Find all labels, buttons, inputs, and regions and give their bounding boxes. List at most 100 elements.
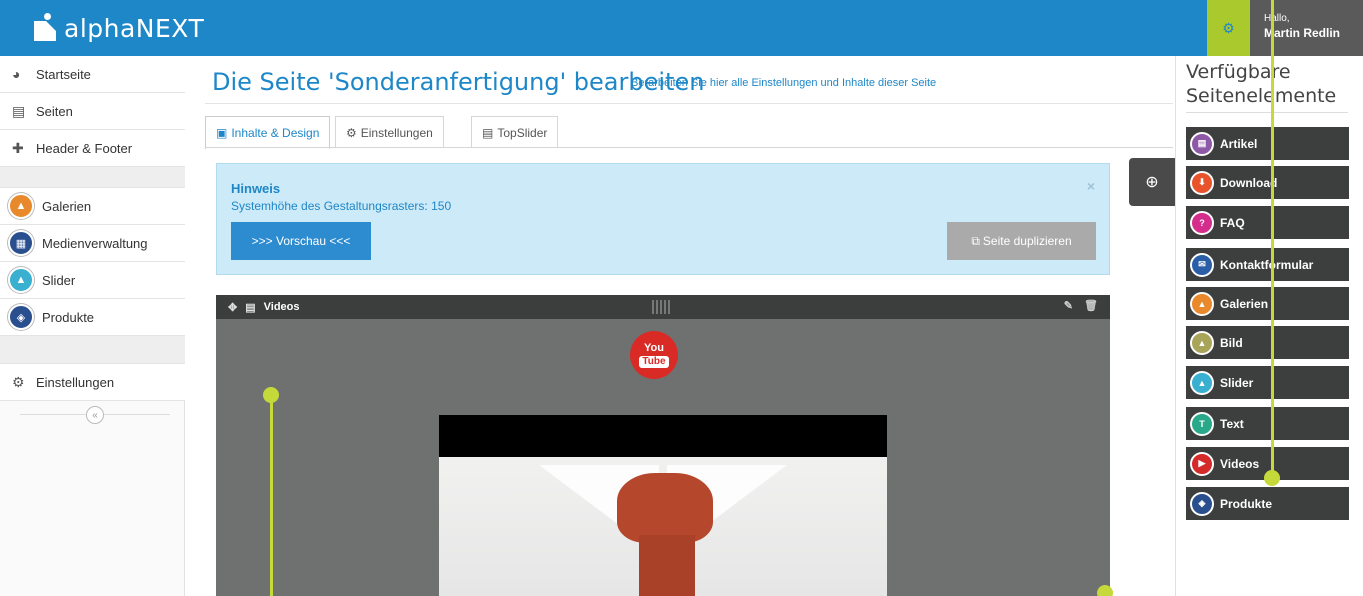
annotation-dot	[1097, 585, 1113, 596]
tab-label: Inhalte & Design	[231, 126, 320, 140]
hint-text: Systemhöhe des Gestaltungsrasters: 150	[231, 199, 452, 213]
app-name: alphaNEXT	[64, 13, 205, 43]
sidebar-item-medienverwaltung[interactable]: ▦ Medienverwaltung	[0, 225, 185, 262]
sidebar-item-label: Einstellungen	[36, 374, 115, 390]
user-menu[interactable]: Hallo, Martin Redlin	[1250, 0, 1363, 56]
element-label: Download	[1220, 175, 1278, 190]
element-bild[interactable]: ▲ Bild	[1186, 326, 1349, 359]
element-faq[interactable]: ? FAQ	[1186, 206, 1349, 239]
tab-label: TopSlider	[497, 125, 548, 140]
hint-title: Hinweis	[231, 181, 281, 196]
close-icon[interactable]: ×	[1087, 178, 1095, 194]
element-label: FAQ	[1220, 215, 1245, 230]
annotation-line	[1271, 0, 1274, 480]
page-icon: ▤	[12, 102, 26, 119]
annotation-dot	[1264, 470, 1280, 486]
sidebar-spacer	[0, 167, 185, 188]
page-subtitle: Berarbeiten Sie hier alle Einstellungen …	[631, 77, 937, 89]
sidebar-item-label: Slider	[42, 272, 76, 288]
gallery-icon: ▲	[1190, 291, 1214, 316]
videos-block[interactable]: ✥ ▤ Videos ✎ 🗑 You Tube	[216, 295, 1110, 596]
preview-button[interactable]: >>> Vorschau <<<	[231, 222, 371, 260]
youtube-logo: You Tube	[630, 331, 678, 379]
video-preview[interactable]	[439, 415, 887, 596]
divider	[205, 147, 1173, 148]
element-download[interactable]: ⬇ Download	[1186, 166, 1349, 199]
sidebar-item-seiten[interactable]: ▤ Seiten	[0, 93, 185, 130]
tab-inhalte-design[interactable]: ▣ Inhalte & Design	[205, 116, 331, 149]
sidebar-item-label: Medienverwaltung	[42, 235, 148, 251]
divider	[1186, 112, 1348, 113]
element-label: Bild	[1220, 335, 1243, 350]
sidebar-item-galerien[interactable]: ▲ Galerien	[0, 188, 185, 225]
element-label: Galerien	[1220, 296, 1269, 311]
available-elements-panel: Verfügbare Seitenelemente ▤ Artikel ⬇ Do…	[1175, 56, 1363, 596]
element-produkte[interactable]: ◈ Produkte	[1186, 487, 1349, 520]
move-icon[interactable]: ✥	[228, 301, 237, 314]
element-label: Artikel	[1220, 136, 1258, 151]
gear-icon: ⚙	[12, 373, 25, 390]
edit-icon[interactable]: ✎	[1064, 300, 1073, 312]
element-slider[interactable]: ▲ Slider	[1186, 366, 1349, 399]
sidebar-item-startseite[interactable]: ◕ Startseite	[0, 56, 185, 93]
box-icon: ◈	[1190, 491, 1214, 516]
sidebar: ◕ Startseite ▤ Seiten ✚ Header & Footer …	[0, 56, 185, 596]
layout-icon: ▣	[216, 126, 228, 140]
app-logo[interactable]: alphaNEXT	[32, 8, 204, 48]
sidebar-item-einstellungen[interactable]: ⚙ Einstellungen	[0, 364, 185, 401]
sidebar-item-header-footer[interactable]: ✚ Header & Footer	[0, 130, 185, 167]
element-kontaktformular[interactable]: ✉ Kontaktformular	[1186, 248, 1349, 281]
sidebar-item-label: Galerien	[42, 198, 92, 214]
element-label: Produkte	[1220, 496, 1273, 511]
media-grid-icon: ▦	[8, 230, 34, 256]
tab-einstellungen[interactable]: ⚙ Einstellungen	[335, 116, 444, 148]
annotation-line	[270, 395, 273, 596]
slider-icon: ▲	[8, 267, 34, 293]
element-artikel[interactable]: ▤ Artikel	[1186, 127, 1349, 160]
pointer-plus-icon: ⊕	[1145, 174, 1159, 191]
sidebar-item-produkte[interactable]: ◈ Produkte	[0, 299, 185, 336]
add-element-tool-button[interactable]: ⊕	[1129, 158, 1175, 206]
annotation-dot	[263, 387, 279, 403]
sidebar-item-label: Header & Footer	[36, 140, 133, 156]
sidebar-item-label: Seiten	[36, 103, 73, 119]
logo-icon	[32, 13, 62, 43]
element-label: Slider	[1220, 375, 1254, 390]
hint-box: Hinweis Systemhöhe des Gestaltungsraster…	[216, 163, 1110, 275]
top-bar: alphaNEXT ⚙ Hallo, Martin Redlin	[0, 0, 1363, 56]
article-icon: ▤	[1190, 131, 1214, 156]
youtube-logo-you: You	[644, 341, 664, 354]
element-label: Text	[1220, 416, 1244, 431]
collapse-sidebar-button[interactable]: «	[86, 406, 104, 424]
mail-icon: ✉	[1190, 252, 1214, 277]
element-galerien[interactable]: ▲ Galerien	[1186, 287, 1349, 320]
element-label: Kontaktformular	[1220, 257, 1314, 272]
element-text[interactable]: T Text	[1186, 407, 1349, 440]
element-label: Videos	[1220, 456, 1260, 471]
puzzle-icon: ✚	[12, 139, 24, 156]
settings-button[interactable]: ⚙	[1207, 0, 1250, 56]
download-icon: ⬇	[1190, 170, 1214, 195]
resize-grip[interactable]	[652, 300, 670, 314]
image-icon: ▲	[1190, 330, 1214, 355]
gallery-icon: ▲	[8, 193, 34, 219]
main-content: Die Seite 'Sonderanfertigung' bearbeiten…	[185, 56, 1175, 596]
film-icon: ▤	[245, 301, 256, 314]
copy-icon: ⧉	[971, 233, 980, 248]
text-icon: T	[1190, 411, 1214, 436]
tab-label: Einstellungen	[360, 125, 433, 140]
user-greeting: Hallo,	[1264, 13, 1290, 24]
sidebar-item-slider[interactable]: ▲ Slider	[0, 262, 185, 299]
trash-icon[interactable]: 🗑	[1084, 300, 1098, 312]
duplicate-page-button[interactable]: ⧉ Seite duplizieren	[947, 222, 1096, 260]
block-header: ✥ ▤ Videos ✎ 🗑	[216, 295, 1110, 319]
sidebar-item-label: Produkte	[42, 309, 95, 325]
panel-title: Verfügbare Seitenelemente	[1186, 61, 1337, 107]
duplicate-label: Seite duplizieren	[982, 234, 1072, 248]
youtube-logo-tube: Tube	[639, 355, 669, 368]
tab-topslider[interactable]: ▤ TopSlider	[471, 116, 559, 148]
gear-icon: ⚙	[346, 125, 357, 140]
slider-icon: ▲	[1190, 370, 1214, 395]
faq-icon: ?	[1190, 210, 1214, 235]
gear-icon: ⚙	[1222, 19, 1235, 36]
